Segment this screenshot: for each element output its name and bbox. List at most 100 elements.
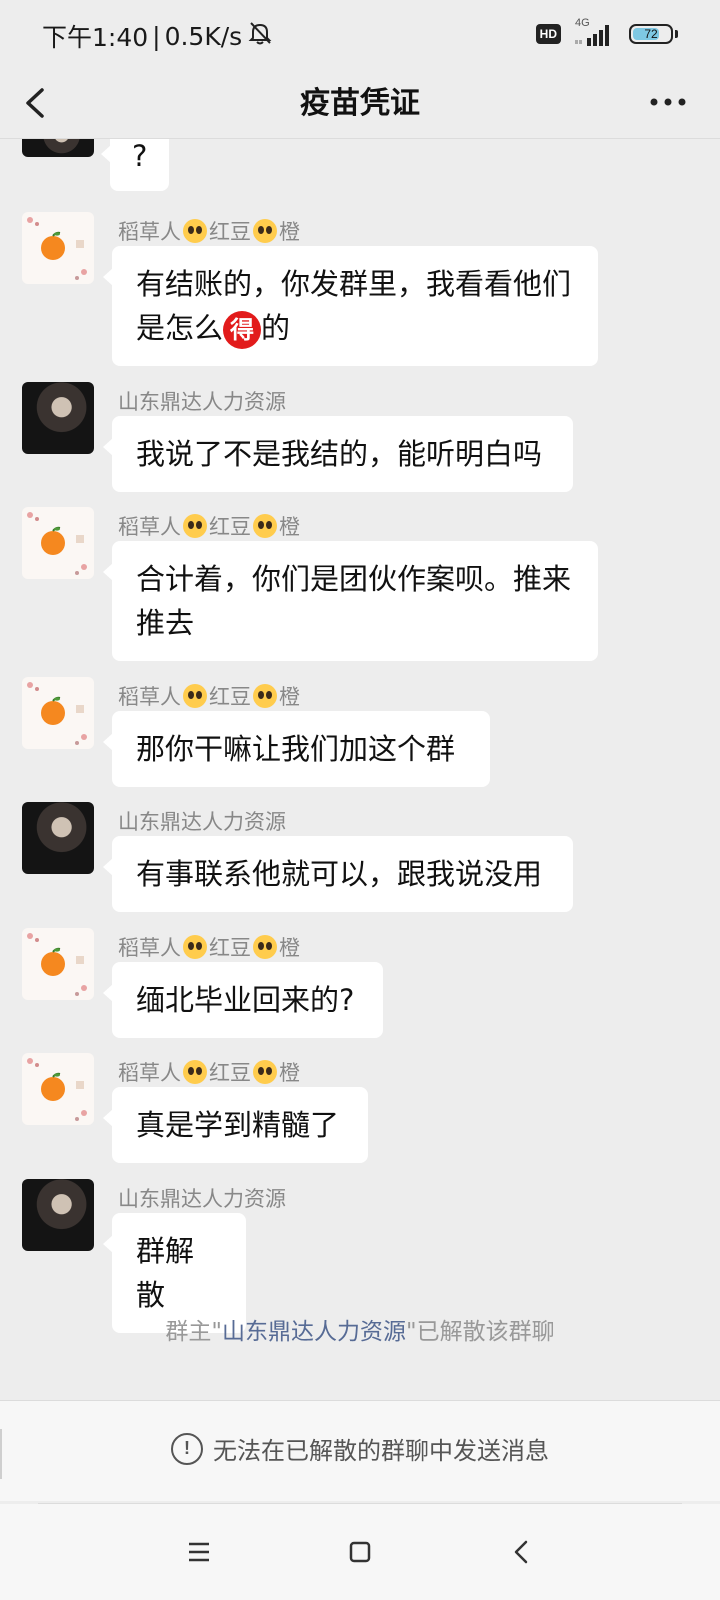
message-text: 合计着，你们是团伙作案呗。推来	[136, 562, 572, 596]
sender-name-suffix: 橙	[279, 936, 300, 960]
sender-name: 稻草人 红豆 橙	[118, 1057, 300, 1087]
pleading-face-icon	[183, 219, 207, 243]
sender-name-prefix: 稻草人	[118, 515, 181, 539]
avatar[interactable]	[22, 507, 94, 579]
pleading-face-icon	[253, 935, 277, 959]
sender-name: 山东鼎达人力资源	[118, 390, 286, 414]
hd-badge: HD	[535, 24, 561, 44]
pleading-face-icon	[253, 219, 277, 243]
message-text: 那你干嘛让我们加这个群	[136, 732, 456, 766]
message-text: 我说了不是我结的，能听明白吗	[136, 437, 543, 471]
sender-name-prefix: 稻草人	[118, 936, 181, 960]
pleading-face-icon	[183, 684, 207, 708]
message-text: 的	[261, 311, 291, 345]
avatar[interactable]	[22, 1053, 94, 1125]
message-text: 推去	[136, 606, 195, 640]
sender-name: 稻草人 红豆 橙	[118, 932, 300, 962]
sender-name-mid: 红豆	[209, 1061, 251, 1085]
avatar[interactable]	[22, 802, 94, 874]
pleading-face-icon	[183, 935, 207, 959]
sender-name: 山东鼎达人力资源	[118, 810, 286, 834]
message-bubble[interactable]: 有事联系他就可以，跟我说没用	[103, 836, 573, 912]
avatar[interactable]	[22, 139, 94, 157]
system-nav-bar	[0, 1504, 720, 1600]
sender-name-mid: 红豆	[209, 220, 251, 244]
menu-icon	[189, 1542, 209, 1562]
network-type: 4G	[575, 17, 590, 29]
status-left: 下午1:40 | 0.5K/s	[42, 18, 274, 54]
status-separator: |	[152, 21, 161, 51]
chat-header: 疫苗凭证	[0, 68, 720, 139]
pleading-face-icon	[183, 1060, 207, 1084]
message-text: 缅北毕业回来的?	[136, 983, 355, 1017]
avatar[interactable]	[22, 928, 94, 1000]
pleading-face-icon	[253, 684, 277, 708]
mute-bell-icon	[246, 19, 274, 53]
battery-percent: 72	[644, 27, 658, 41]
status-time: 下午1:40	[42, 23, 149, 52]
avatar[interactable]	[22, 212, 94, 284]
sender-name: 稻草人 红豆 橙	[118, 216, 300, 246]
message-text: 群解散	[136, 1234, 195, 1312]
message-bubble[interactable]: 缅北毕业回来的?	[103, 962, 383, 1038]
status-right: HD 4G 72	[535, 17, 678, 48]
sender-name-prefix: 稻草人	[118, 220, 181, 244]
sender-name: 山东鼎达人力资源	[118, 1187, 286, 1211]
signal-icon: 4G	[573, 17, 617, 48]
battery-icon: 72	[629, 24, 673, 44]
de-sticker-badge: 得	[223, 311, 262, 349]
message-bubble[interactable]: ?	[100, 139, 170, 191]
message-text: 是怎么	[136, 311, 224, 345]
orange-avatar-icon	[27, 682, 87, 745]
message-bubble[interactable]: 那你干嘛让我们加这个群	[103, 711, 490, 787]
sender-name-mid: 红豆	[209, 685, 251, 709]
sender-name: 稻草人 红豆 橙	[118, 681, 300, 711]
exclamation-circle-icon: !	[171, 1432, 203, 1465]
status-bar: 下午1:40 | 0.5K/s HD 4G 72	[0, 0, 720, 68]
input-disabled-bar: ! 无法在已解散的群聊中发送消息	[0, 1400, 720, 1501]
message-text: 有事联系他就可以，跟我说没用	[136, 857, 543, 891]
sender-name-mid: 红豆	[209, 936, 251, 960]
message-bubble[interactable]: 我说了不是我结的，能听明白吗	[103, 416, 573, 492]
more-options-button[interactable]	[644, 82, 692, 122]
chat-message-list[interactable]: ? 稻草人 红豆 橙 有结账的，你发群里，我看看他们 是怎么得的 山东鼎达人力资…	[0, 139, 720, 1401]
message-text: 真是学到精髓了	[136, 1108, 340, 1142]
sender-name: 稻草人 红豆 橙	[118, 511, 300, 541]
sender-name-suffix: 橙	[279, 1061, 300, 1085]
group-owner-link[interactable]: 山东鼎达人力资源	[222, 1319, 406, 1345]
message-text: ?	[132, 139, 148, 173]
cannot-send-notice: ! 无法在已解散的群聊中发送消息	[0, 1431, 720, 1466]
message-text: 有结账的，你发群里，我看看他们	[136, 267, 572, 301]
orange-avatar-icon	[27, 217, 87, 280]
orange-avatar-icon	[27, 933, 87, 996]
message-bubble[interactable]: 有结账的，你发群里，我看看他们 是怎么得的	[103, 246, 598, 366]
home-nav-button[interactable]	[338, 1530, 382, 1574]
sender-name-suffix: 橙	[279, 220, 300, 244]
sender-name-prefix: 稻草人	[118, 1061, 181, 1085]
more-dots-icon	[650, 98, 686, 106]
battery-tip	[675, 30, 678, 38]
pleading-face-icon	[253, 514, 277, 538]
notice-suffix: "已解散该群聊	[406, 1319, 555, 1345]
group-dissolved-notice: 群主"山东鼎达人力资源"已解散该群聊	[0, 1312, 720, 1346]
notice-prefix: 群主"	[165, 1319, 222, 1345]
orange-avatar-icon	[27, 1058, 87, 1121]
message-bubble[interactable]: 合计着，你们是团伙作案呗。推来 推去	[103, 541, 598, 661]
back-arrow-icon	[514, 1540, 528, 1564]
avatar[interactable]	[22, 1179, 94, 1251]
network-speed: 0.5K/s	[164, 21, 243, 51]
sender-name-suffix: 橙	[279, 515, 300, 539]
sender-name-mid: 红豆	[209, 515, 251, 539]
sender-name-suffix: 橙	[279, 685, 300, 709]
home-square-icon	[349, 1541, 371, 1563]
pleading-face-icon	[253, 1060, 277, 1084]
sender-name-prefix: 稻草人	[118, 685, 181, 709]
cannot-send-text: 无法在已解散的群聊中发送消息	[213, 1437, 549, 1465]
menu-nav-button[interactable]	[177, 1530, 221, 1574]
chat-title: 疫苗凭证	[300, 86, 420, 121]
message-bubble[interactable]: 真是学到精髓了	[103, 1087, 368, 1163]
avatar[interactable]	[22, 677, 94, 749]
avatar[interactable]	[22, 382, 94, 454]
back-nav-button[interactable]	[500, 1530, 544, 1574]
pleading-face-icon	[183, 514, 207, 538]
